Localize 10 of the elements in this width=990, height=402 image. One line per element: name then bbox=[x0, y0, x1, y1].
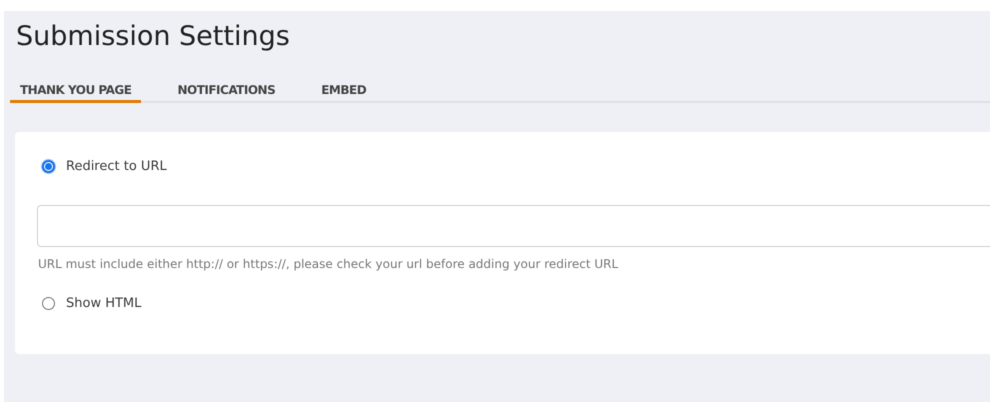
radio-label: Show HTML bbox=[66, 294, 142, 312]
radio-label: Redirect to URL bbox=[66, 158, 167, 176]
radio-button[interactable] bbox=[42, 160, 55, 174]
url-input-field[interactable] bbox=[37, 204, 990, 246]
url-hint-text: URL must include either http:// or https://, please check your url before adding your redirect URL bbox=[38, 256, 620, 272]
tab[interactable]: NOTIFICATIONS bbox=[167, 79, 286, 103]
tab[interactable]: EMBED bbox=[311, 79, 376, 103]
radio-button[interactable] bbox=[42, 296, 55, 310]
page-title: Submission Settings bbox=[16, 20, 291, 54]
tab[interactable]: THANK YOU PAGE bbox=[10, 79, 142, 103]
